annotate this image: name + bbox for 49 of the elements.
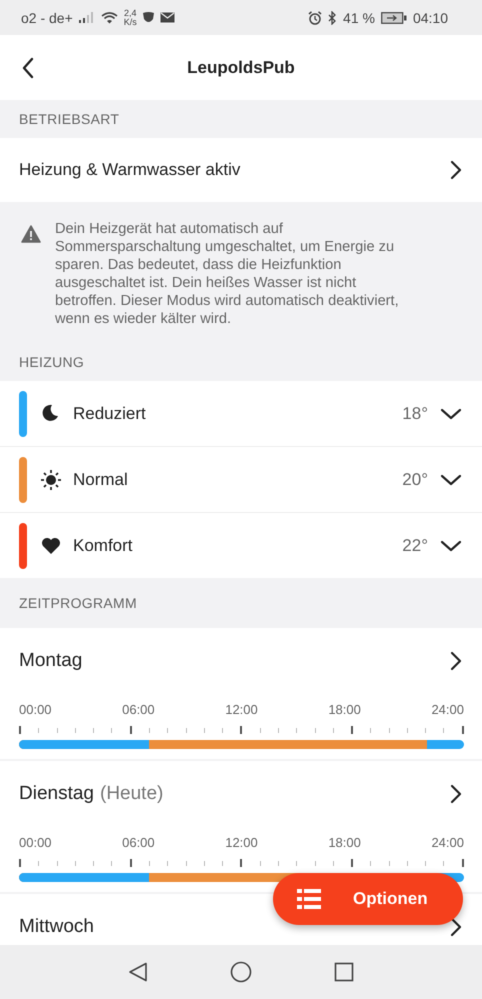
section-heading: BETRIEBSART	[18, 110, 120, 129]
warning-icon	[21, 225, 41, 243]
time-label: 24:00	[431, 835, 464, 850]
time-label: 12:00	[225, 702, 258, 717]
speed-value: 2,4	[124, 8, 137, 18]
back-triangle-icon	[128, 962, 148, 982]
wifi-icon	[100, 11, 118, 24]
recents-square-icon	[334, 962, 354, 982]
time-label: 18:00	[328, 835, 361, 850]
signal-icon	[78, 12, 95, 23]
day-name[interactable]: Mittwoch	[19, 916, 94, 937]
temperature-value: 22°	[402, 536, 428, 556]
heart-icon	[41, 536, 61, 556]
page-title: LeupoldsPub	[187, 58, 295, 78]
moon-icon	[41, 404, 61, 424]
battery-icon	[380, 12, 407, 24]
battery-percent: 41 %	[343, 10, 375, 26]
chevron-right-icon	[448, 651, 462, 671]
home-circle-icon	[230, 961, 252, 983]
clock-time: 04:10	[412, 10, 448, 26]
bluetooth-icon	[328, 10, 338, 24]
temperature-value: 20°	[402, 470, 428, 490]
chevron-right-icon	[448, 917, 462, 937]
section-heading: ZEITPROGRAMM	[18, 594, 138, 613]
day-name[interactable]: Dienstag	[19, 783, 94, 804]
time-label: 06:00	[122, 702, 155, 717]
time-label: 24:00	[431, 702, 464, 717]
time-label: 06:00	[122, 835, 155, 850]
speed-unit: K/s	[124, 18, 137, 26]
carrier-name: o2 - de+	[21, 10, 73, 26]
list-icon	[297, 889, 321, 909]
time-label: 00:00	[19, 835, 52, 850]
today-note: (Heute)	[100, 783, 164, 804]
day-name[interactable]: Montag	[19, 650, 82, 671]
time-label: 12:00	[225, 835, 258, 850]
sun-icon	[41, 470, 61, 490]
mode-row[interactable]: Heizung & Warmwasser aktiv	[0, 138, 482, 202]
chevron-right-icon	[448, 784, 462, 804]
shield-icon	[142, 12, 154, 24]
section-heading: HEIZUNG	[18, 353, 86, 372]
options-button[interactable]: Optionen	[273, 873, 463, 925]
alarm-icon	[308, 10, 322, 24]
chevron-right-icon	[448, 160, 462, 180]
notice-text: Dein Heizgerät hat automatisch auf Sommersparschaltung umgeschaltet, um Energie zu sparen. Das bedeutet, dass die Heizfunktion ausgeschaltet ist. Dein heißes Wasser ist nicht betroffen. Dieser Modus wird automatisch deaktiviert, wenn es wieder kälter wird.	[55, 220, 400, 328]
time-label: 00:00	[19, 702, 52, 717]
temperature-value: 18°	[402, 404, 428, 424]
mail-icon	[160, 12, 175, 23]
time-label: 18:00	[328, 702, 361, 717]
back-button[interactable]	[20, 55, 36, 81]
